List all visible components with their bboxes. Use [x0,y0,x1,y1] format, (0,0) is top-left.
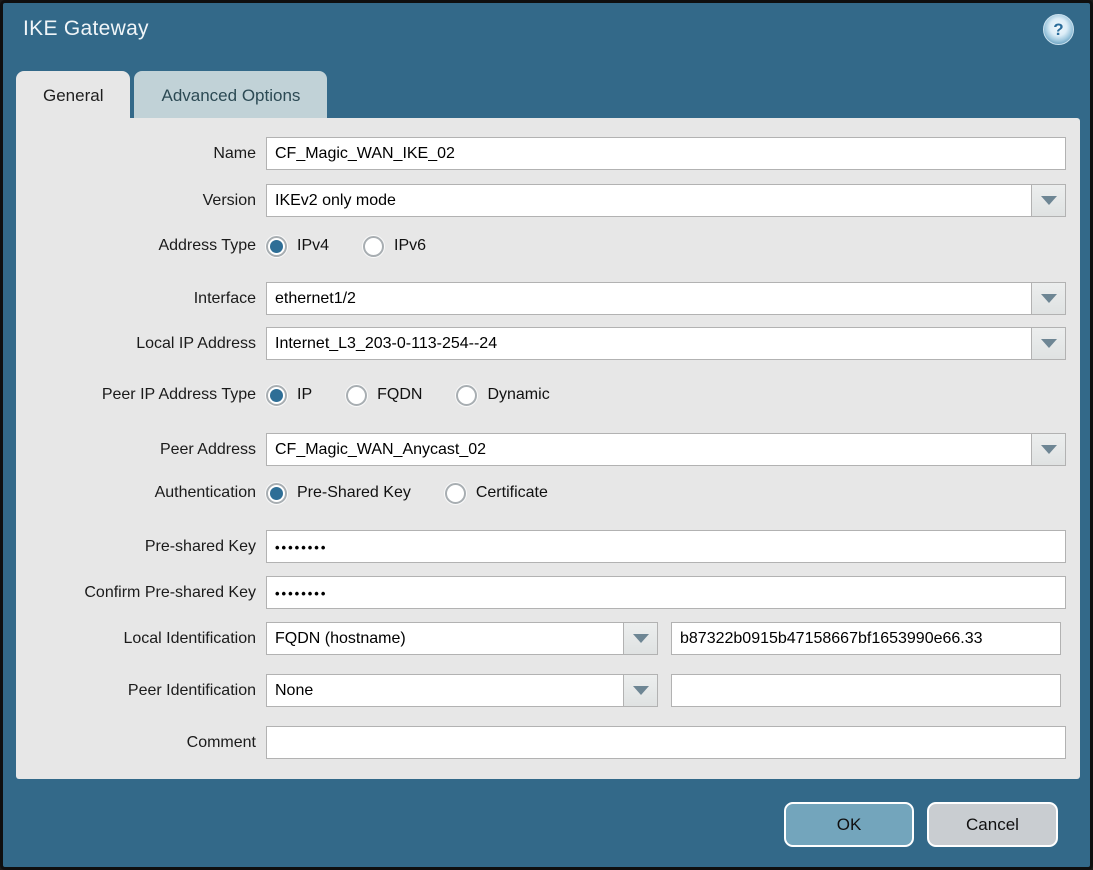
radio-option-ipv4[interactable]: IPv4 [266,231,329,261]
local-identification-type-value[interactable]: FQDN (hostname) [266,622,624,655]
address-type-radio-group: IPv4 IPv6 [266,231,460,261]
authentication-radio-group: Pre-Shared Key Certificate [266,478,582,508]
name-label: Name [16,137,256,170]
chevron-down-icon [1041,196,1057,205]
radio-unselected-icon[interactable] [363,236,384,257]
chevron-down-icon [1041,445,1057,454]
comment-label: Comment [16,726,256,759]
peer-ip-address-type-radio-group: IP FQDN Dynamic [266,380,584,410]
peer-identification-dropdown-button[interactable] [623,674,658,707]
radio-unselected-icon[interactable] [346,385,367,406]
version-value[interactable]: IKEv2 only mode [266,184,1032,217]
ike-gateway-dialog: IKE Gateway ? General Advanced Options N… [0,0,1093,870]
interface-value[interactable]: ethernet1/2 [266,282,1032,315]
radio-selected-icon[interactable] [266,385,287,406]
pre-shared-key-label: Pre-shared Key [16,530,256,563]
peer-identification-type-dropdown[interactable]: None [266,674,658,707]
confirm-pre-shared-key-label: Confirm Pre-shared Key [16,576,256,609]
radio-unselected-icon[interactable] [445,483,466,504]
authentication-label: Authentication [16,478,256,508]
address-type-label: Address Type [16,231,256,261]
peer-address-label: Peer Address [16,433,256,466]
radio-option-ip[interactable]: IP [266,380,312,410]
version-dropdown-button[interactable] [1031,184,1066,217]
radio-unselected-icon[interactable] [456,385,477,406]
general-tab-panel: Name CF_Magic_WAN_IKE_02 Version IKEv2 o… [16,118,1080,779]
comment-input[interactable] [266,726,1066,759]
peer-identification-type-value[interactable]: None [266,674,624,707]
peer-address-value[interactable]: CF_Magic_WAN_Anycast_02 [266,433,1032,466]
peer-address-dropdown[interactable]: CF_Magic_WAN_Anycast_02 [266,433,1066,466]
radio-selected-icon[interactable] [266,483,287,504]
radio-selected-icon[interactable] [266,236,287,257]
radio-option-dynamic[interactable]: Dynamic [456,380,549,410]
interface-label: Interface [16,282,256,315]
peer-identification-label: Peer Identification [16,674,256,707]
local-ip-address-dropdown[interactable]: Internet_L3_203-0-113-254--24 [266,327,1066,360]
peer-identification-value-input[interactable] [671,674,1061,707]
radio-option-fqdn[interactable]: FQDN [346,380,422,410]
local-ip-address-dropdown-button[interactable] [1031,327,1066,360]
help-icon[interactable]: ? [1043,14,1074,45]
version-dropdown[interactable]: IKEv2 only mode [266,184,1066,217]
name-input[interactable]: CF_Magic_WAN_IKE_02 [266,137,1066,170]
local-identification-value-input[interactable]: b87322b0915b47158667bf1653990e66.33 [671,622,1061,655]
chevron-down-icon [1041,294,1057,303]
dialog-title: IKE Gateway [23,17,149,41]
local-identification-label: Local Identification [16,622,256,655]
confirm-pre-shared-key-input[interactable]: •••••••• [266,576,1066,609]
pre-shared-key-input[interactable]: •••••••• [266,530,1066,563]
interface-dropdown-button[interactable] [1031,282,1066,315]
local-identification-dropdown-button[interactable] [623,622,658,655]
interface-dropdown[interactable]: ethernet1/2 [266,282,1066,315]
chevron-down-icon [1041,339,1057,348]
chevron-down-icon [633,634,649,643]
version-label: Version [16,184,256,217]
tab-advanced-options[interactable]: Advanced Options [134,71,327,118]
local-identification-type-dropdown[interactable]: FQDN (hostname) [266,622,658,655]
radio-option-pre-shared-key[interactable]: Pre-Shared Key [266,478,411,508]
radio-option-certificate[interactable]: Certificate [445,478,548,508]
peer-ip-address-type-label: Peer IP Address Type [16,380,256,410]
tab-bar: General Advanced Options [16,71,331,118]
radio-option-ipv6[interactable]: IPv6 [363,231,426,261]
cancel-button[interactable]: Cancel [927,802,1058,847]
ok-button[interactable]: OK [784,802,914,847]
local-ip-address-value[interactable]: Internet_L3_203-0-113-254--24 [266,327,1032,360]
local-ip-address-label: Local IP Address [16,327,256,360]
tab-general[interactable]: General [16,71,130,118]
peer-address-dropdown-button[interactable] [1031,433,1066,466]
chevron-down-icon [633,686,649,695]
